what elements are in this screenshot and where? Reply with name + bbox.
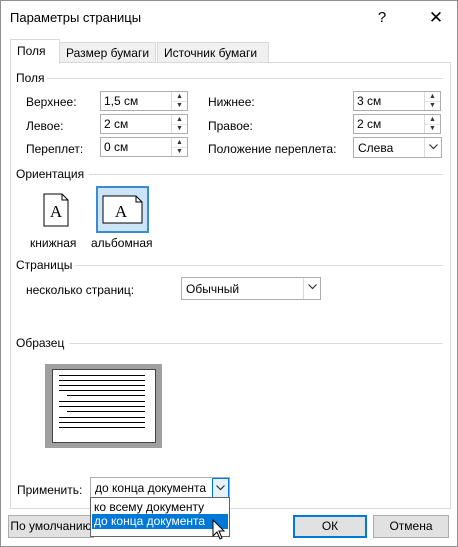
- window-title: Параметры страницы: [10, 10, 142, 25]
- preview-line: [59, 417, 145, 418]
- apply-to-label: Применить:: [17, 483, 83, 497]
- preview-group-title: Образец: [16, 336, 65, 350]
- gutter-position-select[interactable]: Слева: [353, 137, 442, 158]
- portrait-page-icon: A: [43, 193, 69, 227]
- multiple-pages-select[interactable]: Обычный: [181, 277, 321, 300]
- top-margin-spinner[interactable]: 1,5 см ▲ ▼: [100, 91, 188, 111]
- apply-to-value: до конца документа: [95, 481, 207, 495]
- tab-paper-size[interactable]: Размер бумаги: [59, 42, 156, 62]
- landscape-page-icon: A: [102, 195, 143, 224]
- spin-down-icon[interactable]: ▼: [425, 101, 440, 110]
- orientation-group-title: Ориентация: [16, 167, 85, 181]
- right-margin-label: Правое:: [208, 119, 253, 133]
- pages-group-title: Страницы: [16, 258, 73, 272]
- gutter-position-value: Слева: [358, 141, 394, 155]
- help-button[interactable]: ?: [367, 5, 397, 31]
- title-bar: Параметры страницы ? ✕: [1, 1, 457, 35]
- bottom-margin-label: Нижнее:: [208, 95, 255, 109]
- preview-line: [59, 390, 145, 391]
- left-margin-label: Левое:: [26, 119, 64, 133]
- page-setup-dialog: Параметры страницы ? ✕ Поля Размер бумаг…: [0, 0, 458, 547]
- gutter-value: 0 см: [104, 140, 129, 154]
- margins-group-title: Поля: [16, 71, 45, 85]
- close-button[interactable]: ✕: [421, 5, 451, 31]
- left-margin-value: 2 см: [104, 117, 129, 131]
- pages-divider: [75, 265, 443, 266]
- preview-line: [59, 406, 145, 407]
- landscape-label: альбомная: [91, 236, 153, 250]
- dropdown-option-to-end-of-document[interactable]: до конца документа: [92, 514, 228, 529]
- bottom-margin-spinner[interactable]: 3 см ▲ ▼: [353, 91, 441, 111]
- tab-margins[interactable]: Поля: [10, 39, 60, 64]
- left-margin-spinner[interactable]: 2 см ▲ ▼: [100, 114, 188, 134]
- preview-line: [59, 375, 145, 376]
- bottom-margin-value: 3 см: [357, 94, 382, 108]
- chevron-down-icon[interactable]: [424, 138, 441, 157]
- right-margin-spinner[interactable]: 2 см ▲ ▼: [353, 114, 441, 134]
- gutter-label: Переплет:: [26, 142, 84, 156]
- margins-divider: [47, 78, 443, 79]
- spin-down-icon[interactable]: ▼: [425, 124, 440, 133]
- spin-down-icon[interactable]: ▼: [172, 101, 187, 110]
- portrait-letter-icon: A: [50, 202, 63, 221]
- orientation-divider: [89, 174, 443, 175]
- tab-paper-source[interactable]: Источник бумаги: [157, 42, 269, 62]
- dropdown-option-whole-document[interactable]: ко всему документу: [92, 500, 228, 515]
- apply-to-select[interactable]: до конца документа: [90, 477, 230, 499]
- chevron-down-icon[interactable]: [212, 478, 229, 498]
- preview-line: [59, 385, 145, 386]
- portrait-button[interactable]: A: [35, 189, 77, 231]
- preview-line: [59, 427, 145, 428]
- landscape-letter-icon: A: [115, 202, 128, 221]
- top-margin-value: 1,5 см: [104, 94, 139, 108]
- preview-line: [67, 411, 145, 412]
- tab-paper-size-label: Размер бумаги: [66, 46, 150, 60]
- preview-line: [59, 422, 145, 423]
- preview-divider: [69, 343, 443, 344]
- ok-label: ОК: [321, 519, 339, 533]
- tab-margins-label: Поля: [17, 44, 46, 58]
- multiple-pages-value: Обычный: [186, 282, 240, 296]
- preview-line: [59, 380, 145, 381]
- spin-down-icon[interactable]: ▼: [172, 147, 187, 156]
- set-default-label: По умолчанию: [10, 519, 92, 533]
- set-default-button[interactable]: По умолчанию: [8, 515, 94, 538]
- chevron-down-icon[interactable]: [303, 278, 320, 299]
- multiple-pages-label: несколько страниц:: [26, 283, 135, 297]
- preview-line: [67, 395, 145, 396]
- portrait-label: книжная: [30, 236, 77, 250]
- mouse-cursor-icon: [212, 519, 226, 540]
- cancel-label: Отмена: [389, 519, 433, 533]
- apply-to-dropdown-list: ко всему документу до конца документа: [90, 497, 230, 537]
- cancel-button[interactable]: Отмена: [373, 515, 449, 538]
- ok-button[interactable]: ОК: [293, 515, 367, 538]
- spin-down-icon[interactable]: ▼: [172, 124, 187, 133]
- top-margin-label: Верхнее:: [26, 95, 77, 109]
- right-margin-value: 2 см: [357, 117, 382, 131]
- gutter-position-label: Положение переплета:: [208, 142, 337, 156]
- preview-line: [59, 401, 145, 402]
- tab-paper-source-label: Источник бумаги: [164, 46, 258, 60]
- gutter-spinner[interactable]: 0 см ▲ ▼: [100, 137, 188, 157]
- landscape-button[interactable]: A: [96, 186, 149, 233]
